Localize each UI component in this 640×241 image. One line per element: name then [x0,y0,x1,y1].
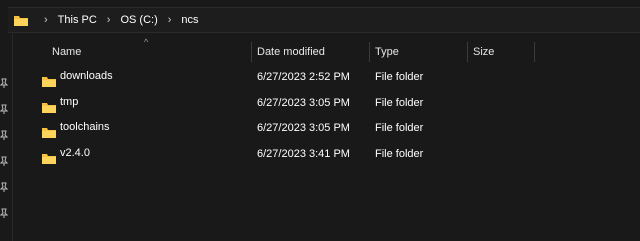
file-name-cell[interactable]: v2.4.0 [42,141,90,167]
breadcrumb-this-pc[interactable]: This PC [54,14,101,26]
folder-icon [42,71,56,88]
column-header-row: ^ Name Date modified Type Size [32,37,640,64]
column-header-name[interactable]: Name [52,40,81,64]
column-divider[interactable] [369,42,370,62]
column-divider[interactable] [534,42,535,62]
file-row-downloads[interactable]: downloads 6/27/2023 2:52 PM File folder [32,64,640,90]
pin-icon [0,156,10,168]
file-name: v2.4.0 [60,146,90,159]
breadcrumb-ncs[interactable]: ncs [177,14,202,26]
file-row-tmp[interactable]: tmp 6/27/2023 3:05 PM File folder [32,90,640,116]
file-name-cell[interactable]: downloads [42,64,113,90]
address-bar[interactable]: › This PC › OS (C:) › ncs [8,7,640,33]
breadcrumb-os-c[interactable]: OS (C:) [116,14,161,26]
chevron-right-icon[interactable]: › [38,14,54,26]
file-name: tmp [60,95,79,108]
file-date-modified: 6/27/2023 3:41 PM [257,147,350,160]
file-type: File folder [375,147,424,160]
file-name: toolchains [60,121,110,134]
file-name-cell[interactable]: toolchains [42,115,110,141]
column-header-size[interactable]: Size [473,40,494,64]
file-list: downloads 6/27/2023 2:52 PM File folder … [32,64,640,166]
column-divider[interactable] [251,42,252,62]
pin-icon [0,104,10,116]
file-name: downloads [60,70,113,83]
pin-icon [0,208,10,220]
file-date-modified: 6/27/2023 2:52 PM [257,71,350,83]
chevron-right-icon[interactable]: › [162,14,178,26]
navigation-pane[interactable] [0,34,13,241]
column-header-date-modified[interactable]: Date modified [257,40,325,64]
pin-icon [0,130,10,142]
file-type: File folder [375,71,424,83]
file-date-modified: 6/27/2023 3:05 PM [257,122,350,134]
folder-icon [42,122,56,139]
file-date-modified: 6/27/2023 3:05 PM [257,96,350,109]
folder-icon [14,15,28,26]
folder-icon [42,97,56,113]
file-type: File folder [375,122,424,134]
sort-ascending-icon: ^ [144,37,149,47]
file-name-cell[interactable]: tmp [42,90,78,116]
file-row-v2-4-0[interactable]: v2.4.0 6/27/2023 3:41 PM File folder [32,141,640,167]
column-divider[interactable] [467,42,468,62]
pin-icon [0,78,10,90]
column-header-type[interactable]: Type [375,40,399,64]
chevron-right-icon[interactable]: › [101,14,117,26]
pin-icon [0,182,10,194]
folder-icon [42,148,56,164]
file-type: File folder [375,96,424,109]
file-row-toolchains[interactable]: toolchains 6/27/2023 3:05 PM File folder [32,115,640,141]
